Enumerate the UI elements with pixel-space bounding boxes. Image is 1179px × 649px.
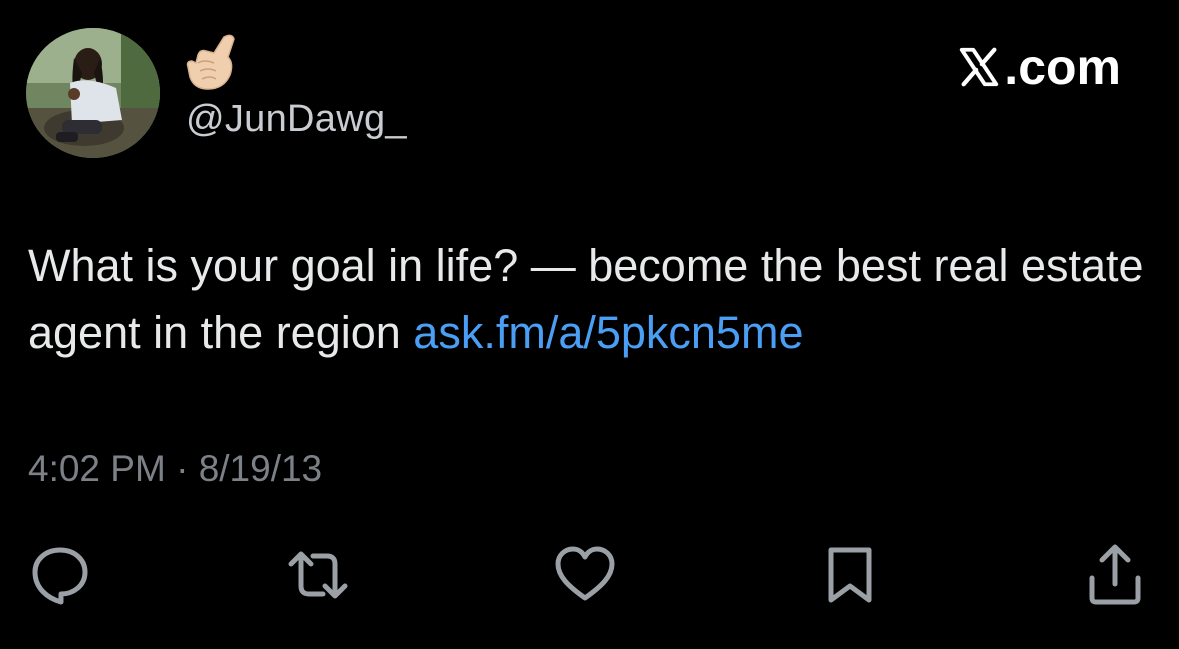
author-handle[interactable]: @JunDawg_: [186, 98, 407, 141]
like-icon: [555, 546, 615, 601]
share-button[interactable]: [1080, 540, 1150, 610]
tweet-time: 4:02 PM: [28, 448, 166, 489]
x-logo-icon: [960, 47, 999, 87]
brand-watermark: .com: [956, 38, 1121, 96]
tweet-date: 8/19/13: [198, 448, 323, 489]
avatar-photo: [26, 28, 160, 158]
call-me-hand-emoji: [184, 33, 244, 91]
tweet-text: What is your goal in life? — become the …: [28, 232, 1158, 366]
reply-icon: [32, 547, 88, 605]
brand-label: .com: [1004, 39, 1121, 95]
tweet-link[interactable]: ask.fm/a/5pkcn5me: [413, 307, 803, 358]
like-button[interactable]: [550, 540, 620, 610]
bookmark-button[interactable]: [815, 540, 885, 610]
retweet-button[interactable]: [283, 540, 353, 610]
timestamp-separator: ·: [165, 448, 199, 489]
tweet-actions-bar: [0, 540, 1179, 610]
bookmark-icon: [828, 547, 872, 603]
retweet-icon: [288, 551, 348, 599]
avatar[interactable]: [26, 28, 160, 158]
reply-button[interactable]: [25, 540, 95, 610]
tweet-timestamp[interactable]: 4:02 PM · 8/19/13: [28, 448, 322, 490]
share-icon: [1089, 544, 1141, 605]
